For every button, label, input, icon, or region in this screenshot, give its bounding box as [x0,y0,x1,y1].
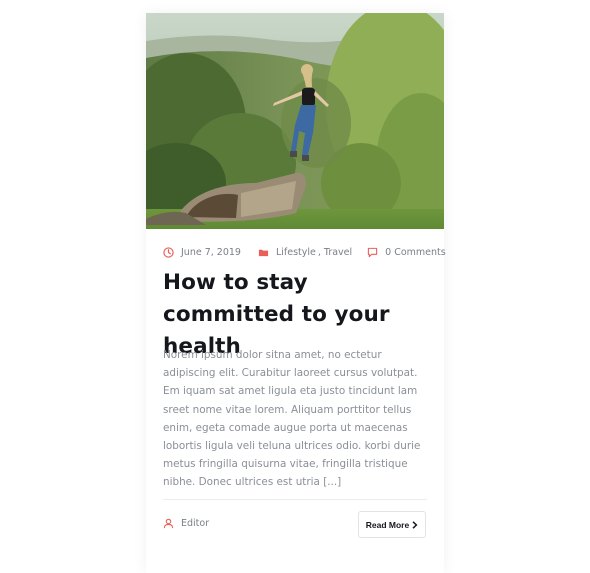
post-date-label: June 7, 2019 [181,247,241,258]
category-link-travel[interactable]: Travel [324,247,352,258]
post-comments-label: 0 Comments [385,247,446,258]
post-author-name: Editor [181,518,210,529]
folder-icon [258,247,269,258]
post-date[interactable]: June 7, 2019 [163,247,241,258]
post-featured-image [146,13,444,229]
blog-post-card: June 7, 2019 Lifestyle , Travel 0 Commen… [146,13,446,573]
post-author[interactable]: Editor [163,518,209,529]
category-separator: , [317,247,321,258]
user-icon [163,518,174,529]
card-footer-divider [163,499,427,500]
post-excerpt: Norem ipsum dolor sitna amet, no ectetur… [163,349,421,489]
post-comments[interactable]: 0 Comments [367,247,446,258]
chevron-right-icon [412,520,418,529]
clock-icon [163,247,174,258]
read-more-button[interactable]: Read More [358,511,426,538]
post-thumbnail-link[interactable] [146,13,444,229]
category-link-lifestyle[interactable]: Lifestyle [276,247,316,258]
post-categories: Lifestyle , Travel [258,247,352,258]
comment-icon [367,247,378,258]
read-more-label: Read More [365,519,410,530]
post-meta: June 7, 2019 Lifestyle , Travel 0 Commen… [163,247,446,258]
